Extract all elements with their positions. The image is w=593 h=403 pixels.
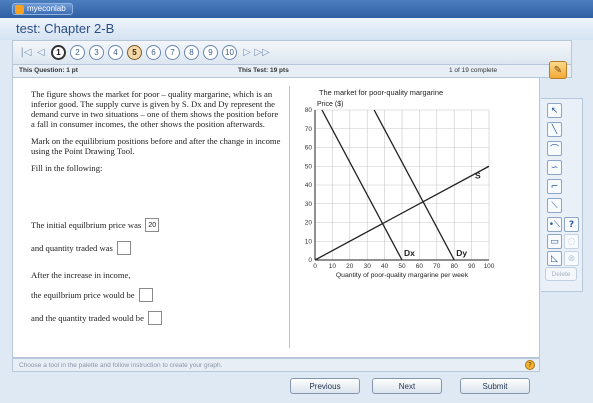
question-panel: The figure shows the market for poor – q… [12, 78, 540, 358]
x-tick-label: 50 [398, 263, 406, 270]
hint-bar: Choose a tool in the palette and follow … [12, 358, 540, 372]
title-bar: test: Chapter 2-B [0, 18, 593, 40]
first-question-icon[interactable]: |◁ [19, 46, 33, 60]
fill-label: and the quantity traded would be [31, 313, 144, 323]
chart[interactable]: 0 10 20 30 40 50 60 70 80 90 100 0 10 20 30 40 50 60 70 80 P… [291, 96, 531, 301]
question-button-1[interactable]: 1 [51, 45, 66, 60]
delete-button[interactable]: Delete [545, 267, 577, 281]
series-label-s: S [475, 170, 481, 180]
y-tick-label: 30 [305, 201, 313, 208]
brand-name: myeconlab [27, 4, 66, 13]
y-tick-label: 40 [305, 182, 313, 189]
question-button-6[interactable]: 6 [146, 45, 161, 60]
y-axis-label: Price ($) [317, 101, 343, 108]
x-tick-label: 80 [451, 263, 459, 270]
question-button-7[interactable]: 7 [165, 45, 180, 60]
last-question-icon[interactable]: ▷▷ [254, 46, 269, 60]
brand-mark-icon [15, 4, 24, 14]
y-tick-label: 20 [305, 220, 313, 227]
x-tick-label: 40 [381, 263, 389, 270]
hint-text: Choose a tool in the palette and follow … [19, 362, 223, 369]
point-icon[interactable]: •⟍ [547, 217, 562, 232]
tool-palette: ↖ ╲ ⌒ ∽ ⌐ ⟍ •⟍ ? ▭ ◌ ◺ ⊗ Delete [541, 98, 583, 292]
fill-label: the equilbrium price would be [31, 290, 135, 300]
question-paragraph-2: Mark on the equilibrium positions before… [31, 136, 281, 156]
top-bar: myeconlab [0, 0, 593, 18]
segment-icon[interactable]: ⟍ [547, 198, 562, 213]
line-icon[interactable]: ╲ [547, 122, 562, 137]
question-button-4[interactable]: 4 [108, 45, 123, 60]
question-button-5[interactable]: 5 [127, 45, 142, 60]
settings-icon[interactable]: ◌ [564, 234, 579, 249]
help-icon[interactable]: ? [564, 217, 579, 232]
next-question-icon[interactable]: ▷ [240, 46, 254, 60]
new-quantity-input[interactable] [147, 311, 162, 325]
page-title: test: Chapter 2-B [16, 21, 115, 36]
x-tick-label: 10 [329, 263, 337, 270]
question-text: The figure shows the market for poor – q… [31, 89, 283, 180]
question-button-2[interactable]: 2 [70, 45, 85, 60]
brand-logo: myeconlab [12, 3, 73, 15]
question-button-10[interactable]: 10 [222, 45, 237, 60]
panel-divider [289, 86, 290, 348]
question-points: This Question: 1 pt [19, 67, 78, 74]
y-tick-label: 10 [305, 238, 313, 245]
fill-row-initial-quantity: and quantity traded was [31, 241, 131, 255]
initial-price-input[interactable]: 20 [145, 218, 160, 232]
erase-icon[interactable]: ⊗ [564, 251, 579, 266]
submit-button[interactable]: Submit [460, 378, 530, 394]
question-button-9[interactable]: 9 [203, 45, 218, 60]
fill-label: The initial equilbrium price was [31, 220, 142, 230]
rectangle-icon[interactable]: ▭ [547, 234, 562, 249]
polyline-icon[interactable]: ⌐ [547, 179, 562, 194]
info-icon[interactable]: ? [525, 360, 535, 370]
y-tick-label: 60 [305, 145, 313, 152]
fill-row-new-price: the equilbrium price would be [31, 288, 153, 302]
progress-text: 1 of 19 complete [449, 67, 498, 74]
y-tick-label: 0 [308, 257, 312, 264]
previous-button[interactable]: Previous [290, 378, 360, 394]
question-paragraph-3: Fill in the following: [31, 163, 103, 173]
multi-curve-icon[interactable]: ∽ [547, 160, 562, 175]
curve-icon[interactable]: ⌒ [547, 141, 562, 156]
x-tick-label: 0 [313, 263, 317, 270]
initial-quantity-input[interactable] [116, 241, 131, 255]
x-tick-label: 70 [433, 263, 441, 270]
question-paragraph-1: The figure shows the market for poor – q… [31, 89, 279, 129]
x-axis-label: Quantity of poor-quality margarine per w… [336, 272, 469, 279]
fill-row-new-quantity: and the quantity traded would be [31, 311, 162, 325]
series-label-dy: Dy [456, 248, 467, 258]
fill-label: After the increase in income, [31, 270, 131, 280]
y-tick-label: 50 [305, 163, 313, 170]
pointer-icon[interactable]: ↖ [547, 103, 562, 118]
x-tick-label: 30 [364, 263, 372, 270]
prev-question-icon[interactable]: ◁ [34, 46, 48, 60]
x-tick-label: 100 [484, 263, 495, 270]
x-tick-label: 20 [346, 263, 354, 270]
info-bar: This Question: 1 pt This Test: 19 pts 1 … [12, 61, 572, 79]
y-tick-label: 80 [305, 107, 313, 114]
fill-row-initial-price: The initial equilbrium price was 20 [31, 218, 160, 232]
y-tick-label: 70 [305, 126, 313, 133]
fill-row-after-increase: After the increase in income, [31, 270, 131, 280]
test-points: This Test: 19 pts [238, 67, 289, 74]
question-button-8[interactable]: 8 [184, 45, 199, 60]
notes-icon[interactable]: ✎ [549, 61, 567, 79]
question-button-3[interactable]: 3 [89, 45, 104, 60]
fill-label: and quantity traded was [31, 243, 113, 253]
next-button[interactable]: Next [372, 378, 442, 394]
x-tick-label: 90 [468, 263, 476, 270]
x-tick-label: 60 [416, 263, 424, 270]
new-price-input[interactable] [138, 288, 153, 302]
label-icon[interactable]: ◺ [547, 251, 562, 266]
series-label-dx: Dx [404, 248, 415, 258]
question-list: 1 2 3 4 5 6 7 8 9 10 [49, 45, 239, 60]
question-nav: |◁ ◁ 1 2 3 4 5 6 7 8 9 10 ▷ ▷▷ [12, 40, 572, 64]
